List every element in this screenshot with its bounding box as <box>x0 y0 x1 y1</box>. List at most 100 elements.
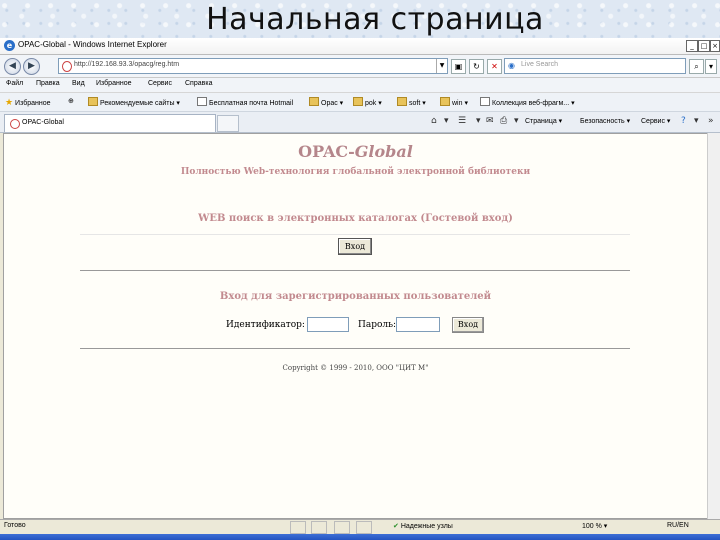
divider <box>80 348 630 349</box>
zoom-level[interactable]: 100 % ▾ <box>582 522 607 530</box>
forward-icon[interactable]: ▶ <box>23 58 40 75</box>
folder-icon <box>397 97 407 106</box>
url-dropdown-icon[interactable]: ▼ <box>436 59 447 73</box>
maximize-button[interactable]: □ <box>698 40 710 52</box>
guest-search-heading: WEB поиск в электронных каталогах (Госте… <box>198 213 513 224</box>
window-title: OPAC-Global - Windows Internet Explorer <box>18 40 167 49</box>
tab-opac-global[interactable]: OPAC-Global <box>4 114 216 132</box>
search-options-icon[interactable]: ▾ <box>705 59 717 74</box>
opac-title-italic: Global <box>354 142 413 161</box>
slide-title: Начальная страница <box>206 2 544 37</box>
print-dropdown-icon[interactable]: ▾ <box>514 116 519 126</box>
opac-subtitle: Полностью Web-технология глобальной элек… <box>180 167 531 177</box>
menu-edit[interactable]: Правка <box>36 80 60 87</box>
folder-icon <box>440 97 450 106</box>
stop-icon[interactable]: ✕ <box>487 59 502 74</box>
favorites-bar: ★ Избранное ⊕ Рекомендуемые сайты ▾ Бесп… <box>0 93 720 112</box>
refresh-icon[interactable]: ↻ <box>469 59 484 74</box>
fav-item-win[interactable]: win ▾ <box>440 97 468 107</box>
language-indicator[interactable]: RU/EN <box>667 522 689 529</box>
help-dropdown-icon[interactable]: ▾ <box>694 116 699 126</box>
print-icon[interactable]: ⎙ <box>500 116 507 126</box>
address-bar: ◀ ▶ http://192.168.93.3/opacg/reg.htm ▼ … <box>0 55 720 78</box>
page-icon <box>197 97 207 106</box>
home-dropdown-icon[interactable]: ▾ <box>444 116 449 126</box>
fav-item-webslices[interactable]: Коллекция веб-фрагм... ▾ <box>480 97 575 107</box>
menu-help[interactable]: Справка <box>185 80 212 87</box>
menu-view[interactable]: Вид <box>72 80 85 87</box>
divider <box>80 234 630 235</box>
fav-label: soft <box>409 100 421 107</box>
fav-item-pok[interactable]: pok ▾ <box>353 97 382 107</box>
fav-item-hotmail[interactable]: Бесплатная почта Hotmail <box>197 97 293 107</box>
id-field[interactable] <box>307 317 349 332</box>
feeds-dropdown-icon[interactable]: ▾ <box>476 116 481 126</box>
divider <box>80 270 630 271</box>
fav-label: Opac <box>321 100 338 107</box>
page-content: OPAC-Global Полностью Web-технология гло… <box>3 133 708 519</box>
favorites-add-icon[interactable]: ⊕ <box>68 97 74 105</box>
tools-menu-label: Сервис <box>641 118 665 125</box>
fav-label: Рекомендуемые сайты <box>100 100 175 107</box>
status-text: Готово <box>4 522 26 529</box>
search-icon[interactable]: ⌕ <box>689 59 704 74</box>
password-label: Пароль: <box>358 320 397 330</box>
status-panel <box>356 521 372 534</box>
check-icon: ✔ <box>393 523 399 530</box>
tools-menu[interactable]: Сервис ▾ <box>641 117 670 125</box>
page-menu-label: Страница <box>525 118 557 125</box>
safety-menu-label: Безопасность <box>580 118 625 125</box>
folder-icon <box>309 97 319 106</box>
favorites-label: Избранное <box>15 100 51 107</box>
new-tab-button[interactable] <box>217 115 239 132</box>
page-menu[interactable]: Страница ▾ <box>525 117 562 125</box>
vertical-scrollbar[interactable] <box>707 133 720 519</box>
tab-bar: OPAC-Global ⌂ ▾ ☰ ▾ ✉ ⎙ ▾ Страница ▾ Без… <box>0 112 720 133</box>
url-input[interactable]: http://192.168.93.3/opacg/reg.htm ▼ <box>58 58 448 74</box>
browser-window: e OPAC-Global - Windows Internet Explore… <box>0 38 720 540</box>
minimize-button[interactable]: _ <box>686 40 698 52</box>
fav-item-opac[interactable]: Opac ▾ <box>309 97 343 107</box>
home-icon[interactable]: ⌂ <box>431 116 437 126</box>
status-panel <box>290 521 306 534</box>
status-bar: Готово ✔ Надежные узлы 100 % ▾ RU/EN <box>0 519 720 534</box>
taskbar <box>0 534 720 540</box>
fav-item-soft[interactable]: soft ▾ <box>397 97 426 107</box>
feeds-icon[interactable]: ☰ <box>458 116 466 126</box>
search-input[interactable]: ◉ Live Search <box>504 58 686 74</box>
page-icon <box>10 119 20 129</box>
back-icon[interactable]: ◀ <box>4 58 21 75</box>
fav-label: Бесплатная почта Hotmail <box>209 100 294 107</box>
folder-icon <box>88 97 98 106</box>
safety-menu[interactable]: Безопасность ▾ <box>580 117 630 125</box>
opac-title: OPAC-Global <box>4 142 707 161</box>
menu-bar: Файл Правка Вид Избранное Сервис Справка <box>0 78 720 93</box>
page-icon <box>480 97 490 106</box>
close-button[interactable]: × <box>710 40 720 52</box>
password-field[interactable] <box>396 317 440 332</box>
menu-favorites[interactable]: Избранное <box>96 80 131 87</box>
menu-file[interactable]: Файл <box>6 80 23 87</box>
live-search-icon: ◉ <box>508 61 515 70</box>
id-label: Идентификатор: <box>226 320 305 330</box>
more-commands-icon[interactable]: » <box>708 116 714 126</box>
menu-tools[interactable]: Сервис <box>148 80 172 87</box>
help-icon[interactable]: ? <box>681 116 686 126</box>
status-panel <box>334 521 350 534</box>
compatibility-icon[interactable]: ▣ <box>451 59 466 74</box>
guest-enter-button[interactable]: Вход <box>338 238 372 255</box>
fav-label: win <box>452 100 463 107</box>
favorites-button[interactable]: ★ Избранное <box>5 97 51 108</box>
mail-icon[interactable]: ✉ <box>486 116 494 126</box>
status-panel <box>311 521 327 534</box>
tab-label: OPAC-Global <box>22 119 64 126</box>
page-icon <box>62 61 72 72</box>
star-icon: ★ <box>5 97 14 107</box>
opac-title-prefix: OPAC- <box>298 142 355 161</box>
security-zone[interactable]: ✔ Надежные узлы <box>393 522 453 530</box>
fav-label: pok <box>365 100 377 107</box>
zoom-label: 100 % <box>582 523 602 530</box>
login-button[interactable]: Вход <box>452 317 484 333</box>
ie-icon: e <box>4 40 15 51</box>
fav-item-recommended[interactable]: Рекомендуемые сайты ▾ <box>88 97 180 107</box>
